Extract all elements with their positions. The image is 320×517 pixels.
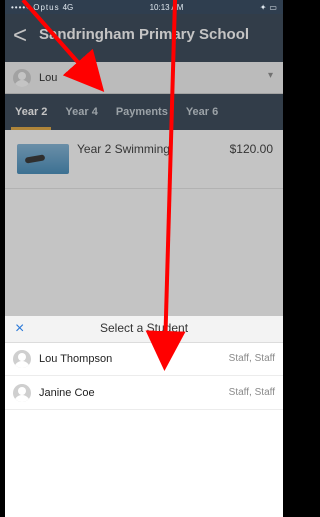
student-name: Janine Coe [39,386,95,399]
time-text: 10:13 AM [149,2,184,12]
network-text: 4G [62,2,74,12]
phone-screen: ••••• Optus 4G 10:13 AM ✦ ▭ < Sandringha… [5,0,283,517]
student-row-lou-thompson[interactable]: Lou Thompson Staff, Staff [5,342,283,376]
student-role: Staff, Staff [228,387,275,398]
sheet-title: Select a Student [99,321,189,335]
status-bar: ••••• Optus 4G 10:13 AM ✦ ▭ [5,0,283,14]
student-name: Lou Thompson [39,352,113,365]
avatar-icon [13,383,31,402]
screenshot-frame: ••••• Optus 4G 10:13 AM ✦ ▭ < Sandringha… [0,0,291,517]
bluetooth-icon: ✦ [259,2,267,12]
student-selection-sheet: × Select a Student Lou Thompson Staff, S… [5,316,283,517]
status-right: ✦ ▭ [260,3,277,12]
battery-icon: ▭ [269,2,277,12]
sheet-header: × Select a Student [5,316,283,343]
modal-overlay [5,14,283,316]
student-role: Staff, Staff [228,353,275,364]
avatar-icon [13,349,31,368]
student-row-janine-coe[interactable]: Janine Coe Staff, Staff [5,376,283,410]
status-left: ••••• Optus 4G [11,3,73,12]
carrier-text: ••••• Optus [11,2,60,12]
